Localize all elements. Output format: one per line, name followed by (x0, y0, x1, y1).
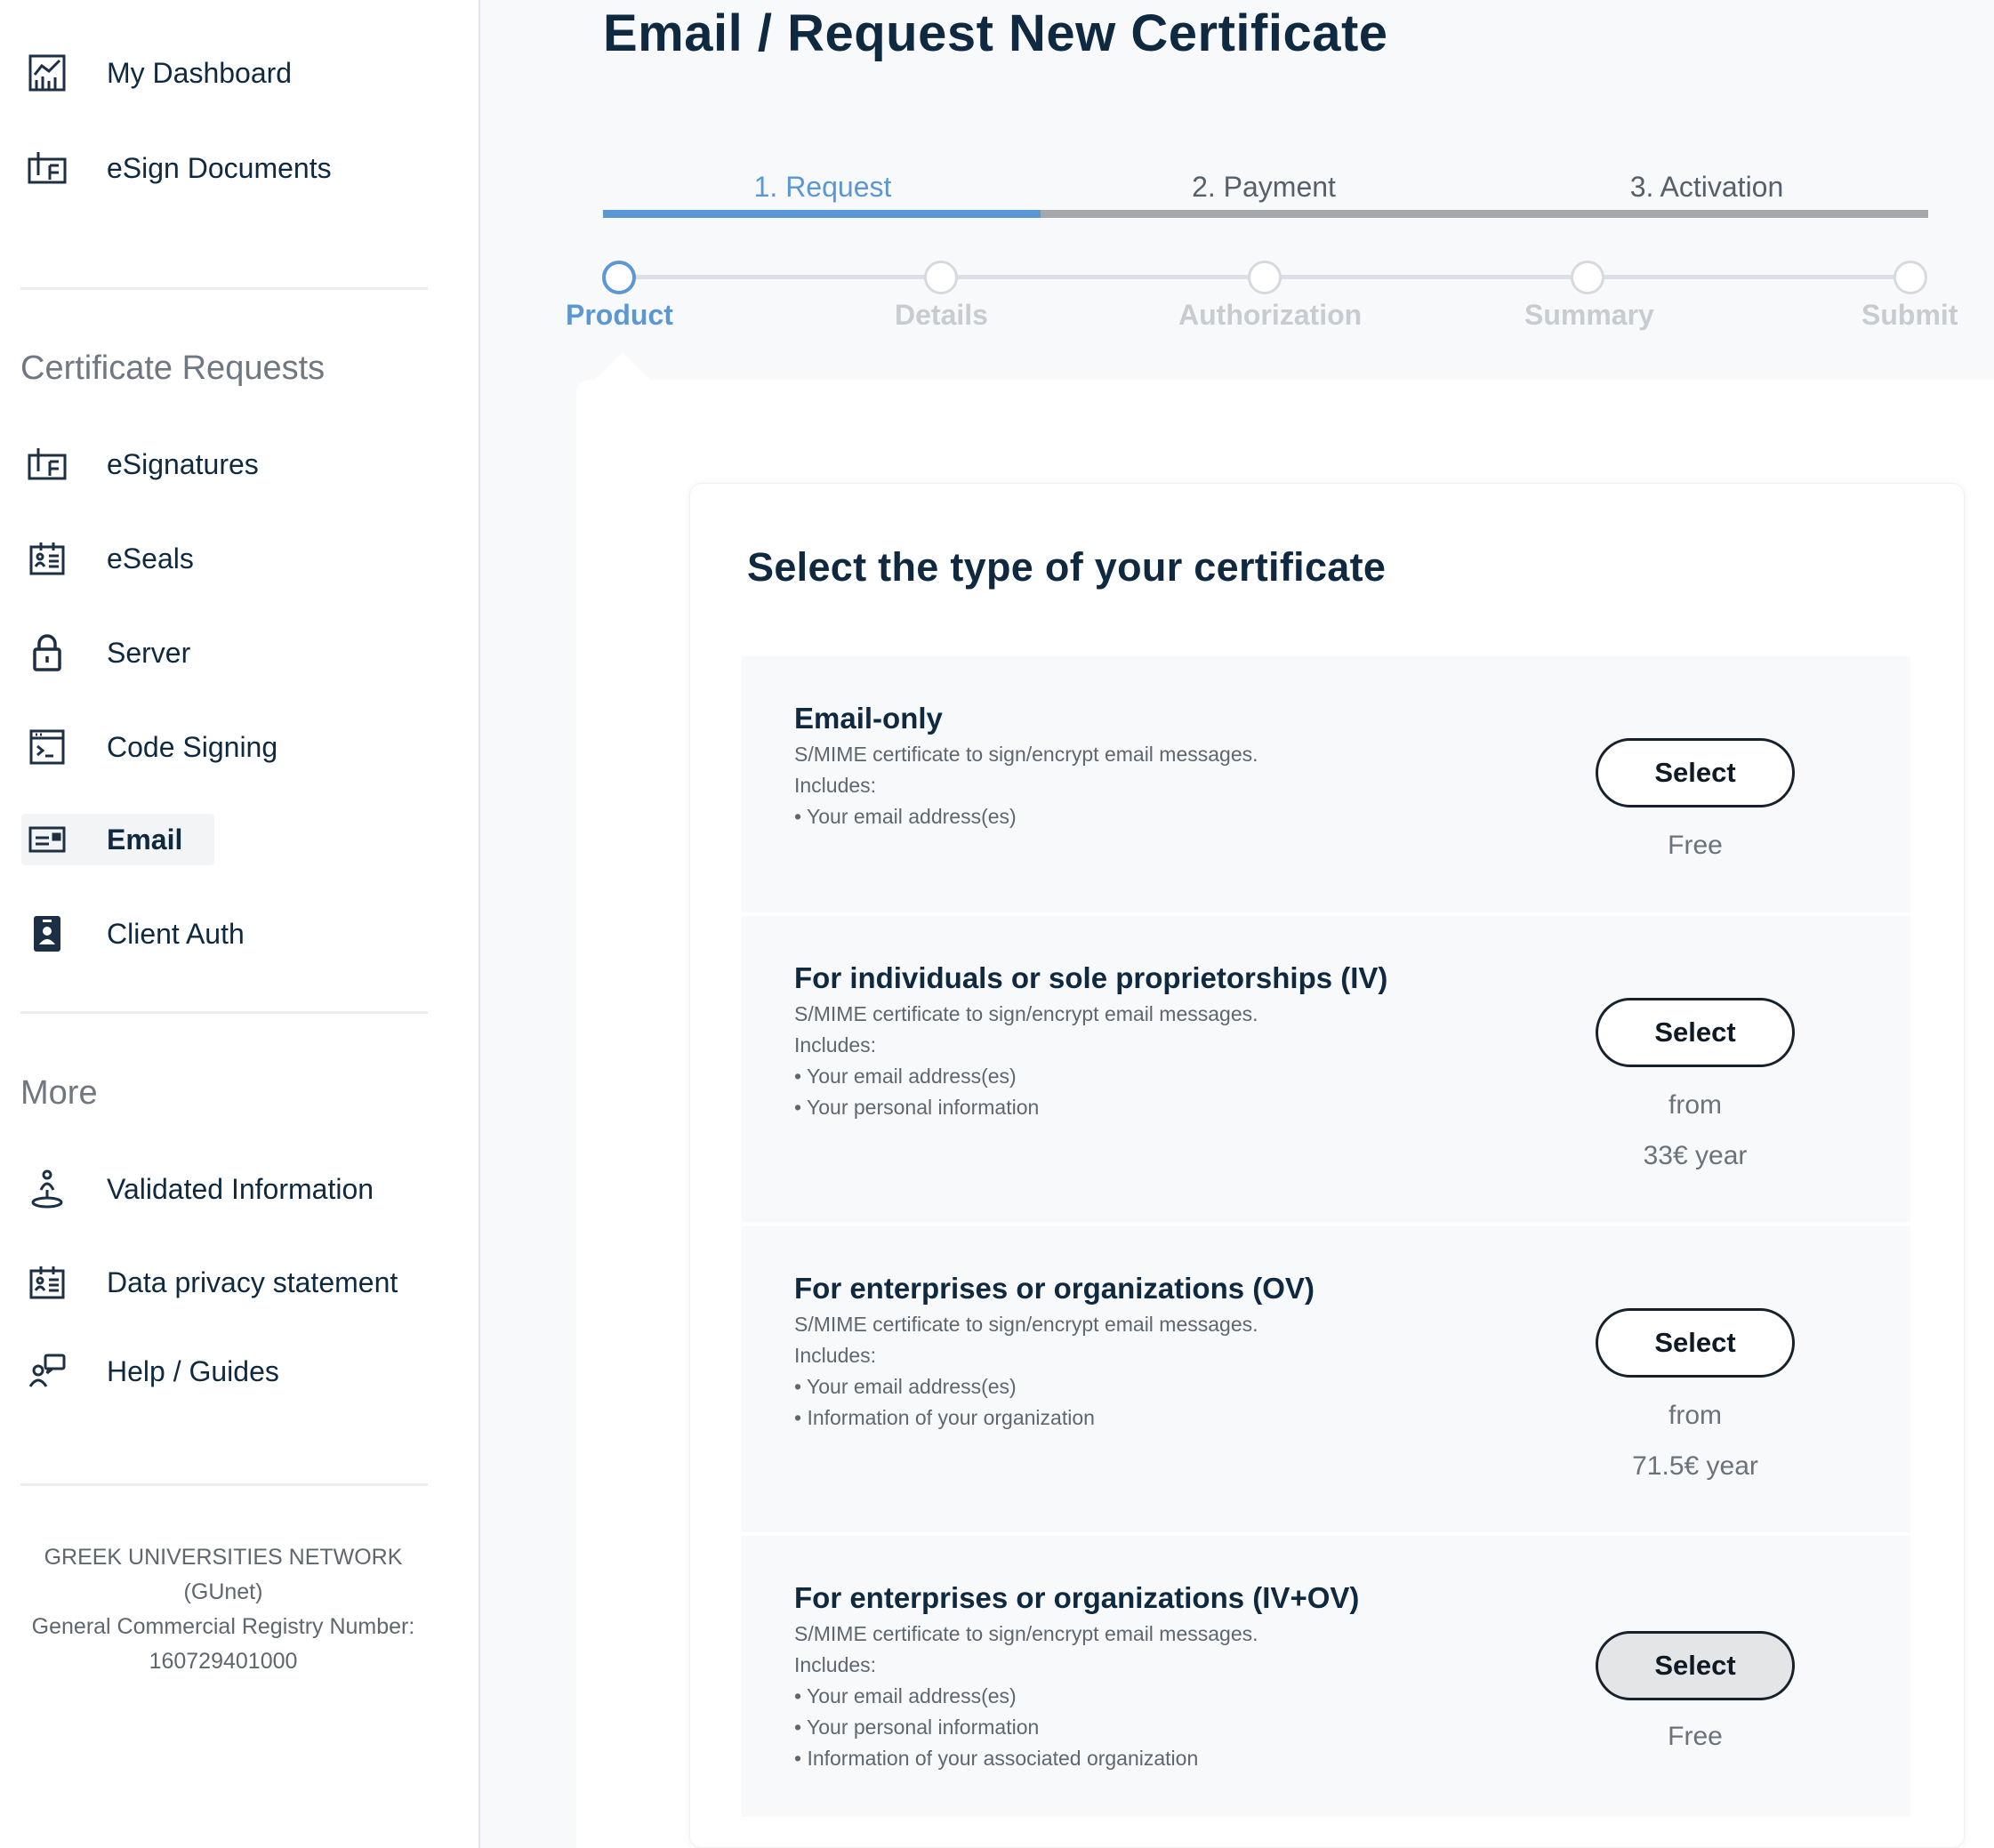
substep-label-details: Details (895, 299, 988, 331)
step-tab-activation: 3. Activation (1629, 171, 1784, 203)
option-price: Free (1668, 1722, 1723, 1751)
substep-label-submit: Submit (1861, 299, 1958, 331)
option-title: For individuals or sole proprietorships … (794, 961, 1388, 994)
sidebar-item-email[interactable]: Email (21, 814, 215, 865)
panel-pointer (594, 352, 651, 381)
org-registry-label: General Commercial Registry Number: (31, 1614, 415, 1639)
option-title: For enterprises or organizations (OV) (794, 1272, 1315, 1305)
section-title-certificate-requests: Certificate Requests (20, 350, 326, 387)
sidebar-item-label: Help / Guides (107, 1354, 279, 1387)
sidebar-item-label: eSign Documents (107, 151, 332, 184)
client-badge-icon (21, 908, 73, 960)
sidebar-item-label: Code Signing (107, 730, 278, 763)
sidebar-item-client-auth[interactable]: Client Auth (21, 908, 277, 960)
sidebar-item-help-guides[interactable]: Help / Guides (21, 1346, 311, 1397)
select-button-organization-ov[interactable]: Select (1596, 1308, 1795, 1378)
sidebar-item-label: Client Auth (107, 917, 245, 950)
option-include-item: • Your email address(es) (794, 1375, 1017, 1398)
esignature-icon (21, 438, 73, 490)
option-includes-label: Includes: (794, 1033, 877, 1057)
option-title: For enterprises or organizations (IV+OV) (794, 1581, 1360, 1614)
option-description: S/MIME certificate to sign/encrypt email… (794, 739, 1258, 832)
option-description: S/MIME certificate to sign/encrypt email… (794, 1619, 1258, 1774)
organization-info: GREEK UNIVERSITIES NETWORK (GUnet) Gener… (9, 1540, 438, 1679)
option-email-only: Email-only S/MIME certificate to sign/en… (742, 656, 1910, 912)
sidebar-item-validated-information[interactable]: Validated Information (21, 1163, 406, 1215)
substep-dot-authorization (1248, 261, 1282, 294)
sidebar-item-label: Data privacy statement (107, 1265, 398, 1298)
sidebar-item-esignatures[interactable]: eSignatures (21, 438, 291, 490)
option-organization-iv-ov: For enterprises or organizations (IV+OV)… (742, 1536, 1910, 1817)
sidebar-item-server[interactable]: Server (21, 627, 222, 679)
option-price: 71.5€ year (1632, 1451, 1758, 1481)
option-description-text: S/MIME certificate to sign/encrypt email… (794, 743, 1258, 766)
sidebar-item-data-privacy-statement[interactable]: Data privacy statement (21, 1257, 430, 1308)
option-includes-label: Includes: (794, 1653, 877, 1676)
section-title-more: More (20, 1074, 98, 1112)
sidebar-item-label: Server (107, 636, 191, 669)
sidebar-item-esign-documents[interactable]: eSign Documents (21, 142, 364, 194)
option-includes-label: Includes: (794, 774, 877, 797)
privacy-id-card-icon (21, 1257, 73, 1308)
substep-dot-product (602, 261, 636, 294)
option-description: S/MIME certificate to sign/encrypt email… (794, 999, 1258, 1123)
substep-dot-submit (1893, 261, 1927, 294)
option-price: Free (1668, 831, 1723, 860)
substep-dot-summary (1571, 261, 1604, 294)
esign-document-icon (21, 142, 73, 194)
select-button-organization-iv-ov[interactable]: Select (1596, 1631, 1795, 1700)
sidebar-item-label: eSignatures (107, 447, 259, 480)
substep-dot-details (924, 261, 958, 294)
sidebar: My Dashboard eSign Documents Certificate… (0, 0, 480, 1848)
option-individual-iv: For individuals or sole proprietorships … (742, 916, 1910, 1222)
option-include-item: • Your email address(es) (794, 805, 1017, 828)
org-short-name: (GUnet) (183, 1579, 263, 1604)
step-tab-payment: 2. Payment (1192, 171, 1336, 203)
org-name: GREEK UNIVERSITIES NETWORK (44, 1545, 403, 1570)
validated-person-icon (21, 1163, 73, 1215)
sidebar-divider (20, 1483, 428, 1486)
email-card-icon (21, 814, 73, 865)
option-include-item: • Your email address(es) (794, 1065, 1017, 1088)
substep-label-authorization: Authorization (1178, 299, 1363, 331)
option-description-text: S/MIME certificate to sign/encrypt email… (794, 1622, 1258, 1645)
option-description: S/MIME certificate to sign/encrypt email… (794, 1309, 1258, 1434)
substep-label-summary: Summary (1524, 299, 1654, 331)
sidebar-divider (20, 1011, 428, 1014)
option-price-prefix: from (1668, 1090, 1722, 1120)
org-registry-number: 160729401000 (149, 1649, 298, 1674)
dashboard-chart-icon (21, 47, 73, 99)
lock-icon (21, 627, 73, 679)
sidebar-item-label: eSeals (107, 542, 194, 574)
card-title: Select the type of your certificate (747, 544, 1387, 590)
option-organization-ov: For enterprises or organizations (OV) S/… (742, 1226, 1910, 1532)
sidebar-item-label: My Dashboard (107, 56, 293, 89)
option-include-item: • Your personal information (794, 1715, 1040, 1739)
select-button-individual-iv[interactable]: Select (1596, 998, 1795, 1067)
sidebar-item-label: Validated Information (107, 1172, 374, 1205)
option-description-text: S/MIME certificate to sign/encrypt email… (794, 1002, 1258, 1025)
sidebar-item-my-dashboard[interactable]: My Dashboard (21, 47, 324, 99)
page-title: Email / Request New Certificate (603, 4, 1388, 62)
sidebar-item-code-signing[interactable]: Code Signing (21, 721, 310, 773)
option-title: Email-only (794, 702, 943, 735)
sidebar-item-eseals[interactable]: eSeals (21, 533, 226, 584)
option-includes-label: Includes: (794, 1344, 877, 1367)
option-include-item: • Your email address(es) (794, 1684, 1017, 1707)
select-button-email-only[interactable]: Select (1596, 738, 1795, 807)
sidebar-item-label: Email (107, 823, 183, 856)
option-include-item: • Information of your associated organiz… (794, 1747, 1199, 1770)
terminal-window-icon (21, 721, 73, 773)
option-include-item: • Your personal information (794, 1096, 1040, 1119)
option-include-item: • Information of your organization (794, 1406, 1095, 1429)
eseal-badge-icon (21, 533, 73, 584)
sidebar-divider (20, 287, 428, 290)
step-progress-fill (603, 210, 1041, 218)
option-price: 33€ year (1643, 1141, 1748, 1170)
option-description-text: S/MIME certificate to sign/encrypt email… (794, 1313, 1258, 1336)
help-chat-icon (21, 1346, 73, 1397)
substep-label-product: Product (566, 299, 673, 331)
option-price-prefix: from (1668, 1401, 1722, 1430)
step-tab-request: 1. Request (753, 171, 892, 203)
